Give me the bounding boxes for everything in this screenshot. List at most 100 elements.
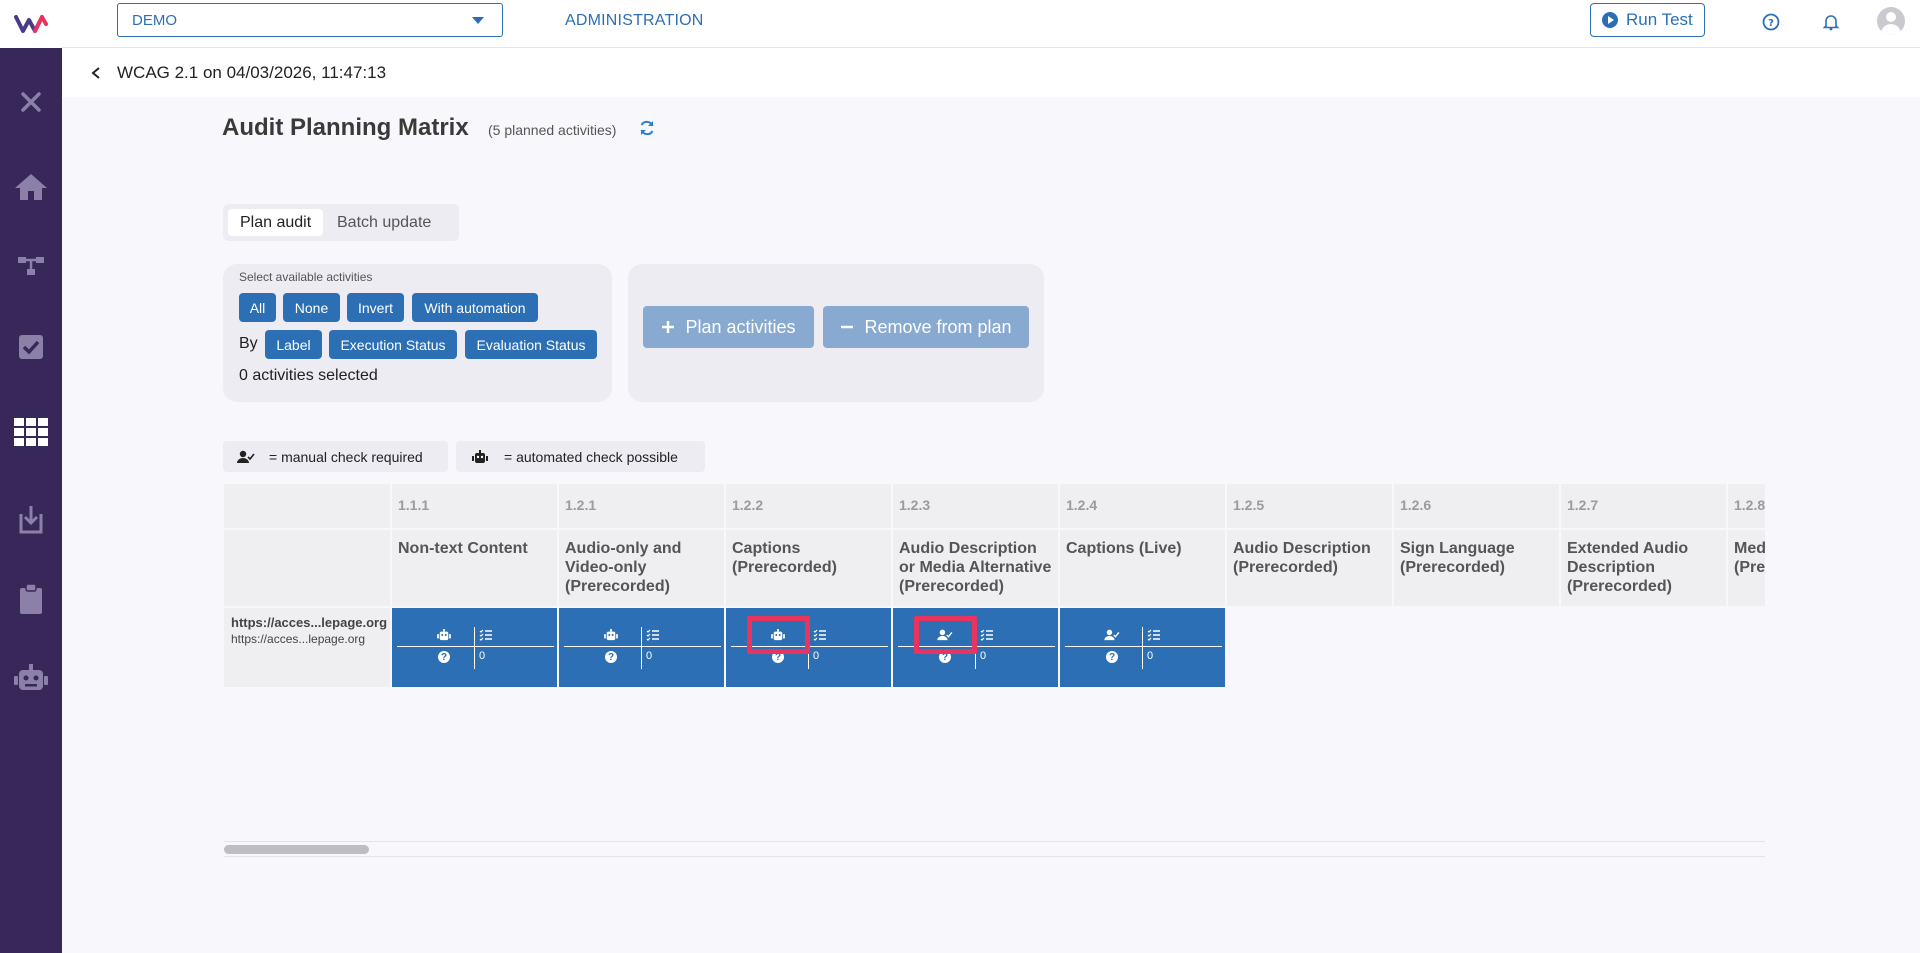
legend-automated: = automated check possible — [456, 441, 705, 472]
logo-icon — [14, 15, 48, 33]
by-evaluation-status-button[interactable]: Evaluation Status — [465, 330, 597, 359]
column-number: 1.2.4 — [1060, 484, 1225, 528]
run-test-button[interactable]: Run Test — [1590, 3, 1705, 37]
column-name[interactable]: Audio-only and Video-only (Prerecorded) — [559, 530, 724, 606]
robot-icon — [603, 628, 619, 642]
tab-batch-update[interactable]: Batch update — [325, 209, 443, 236]
remove-from-plan-button[interactable]: Remove from plan — [823, 306, 1029, 348]
question-icon: ? — [1106, 651, 1118, 663]
select-all-button[interactable]: All — [239, 293, 276, 322]
audit-matrix: 1.1.1 1.2.1 1.2.2 1.2.3 1.2.4 1.2.5 1.2.… — [224, 484, 1765, 687]
svg-text:?: ? — [1768, 18, 1774, 29]
horizontal-scrollbar[interactable] — [224, 841, 1765, 857]
column-name[interactable]: Extended Audio Description (Prerecorded) — [1561, 530, 1726, 606]
sub-header: WCAG 2.1 on 04/03/2026, 11:47:13 — [62, 48, 1920, 97]
plan-activities-label: Plan activities — [685, 316, 796, 337]
legend-manual-text: = manual check required — [269, 448, 423, 465]
checklist-icon — [813, 629, 826, 641]
robot-icon — [472, 449, 488, 463]
column-number: 1.2.3 — [893, 484, 1058, 528]
clipboard-icon[interactable] — [11, 579, 51, 619]
user-check-icon — [237, 450, 255, 463]
legend-manual: = manual check required — [223, 441, 448, 472]
column-number: 1.1.1 — [392, 484, 557, 528]
plus-icon — [662, 321, 675, 333]
matrix-cell[interactable]: ? 0 — [559, 608, 724, 687]
chevron-down-icon — [472, 17, 484, 24]
column-name[interactable]: Audio Description (Prerecorded) — [1227, 530, 1392, 606]
refresh-icon[interactable] — [638, 119, 658, 139]
tab-plan-audit[interactable]: Plan audit — [228, 209, 324, 236]
legend-automated-text: = automated check possible — [504, 448, 678, 465]
column-name[interactable]: Captions (Live) — [1060, 530, 1225, 606]
robot-icon — [436, 628, 452, 642]
minus-icon — [841, 325, 854, 329]
bell-icon[interactable] — [1821, 12, 1841, 32]
close-icon[interactable] — [11, 82, 51, 122]
run-test-label: Run Test — [1626, 10, 1693, 29]
column-name[interactable]: Sign Language (Prerecorded) — [1394, 530, 1559, 606]
column-name[interactable]: Captions (Prerecorded) — [726, 530, 891, 606]
checklist-icon — [1147, 629, 1160, 641]
cell-count: 0 — [813, 650, 820, 662]
column-number: 1.2.2 — [726, 484, 891, 528]
project-select[interactable]: DEMO — [117, 3, 503, 37]
checklist-icon — [479, 629, 492, 641]
home-icon[interactable] — [11, 166, 51, 206]
planned-count: (5 planned activities) — [488, 122, 617, 138]
project-select-value: DEMO — [132, 11, 177, 29]
column-name[interactable]: Audio Description or Media Alternative (… — [893, 530, 1058, 606]
row-label[interactable]: https://acces...lepage.org https://acces… — [224, 608, 390, 687]
column-number: 1.2.1 — [559, 484, 724, 528]
cell-count: 0 — [1147, 650, 1154, 662]
matrix-cell[interactable]: ? 0 — [1060, 608, 1225, 687]
import-icon[interactable] — [11, 499, 51, 539]
page-title: Audit Planning Matrix — [222, 114, 469, 141]
selected-count: 0 activities selected — [239, 367, 378, 384]
avatar[interactable] — [1877, 7, 1905, 35]
cell-count: 0 — [980, 650, 987, 662]
highlight-box — [747, 616, 810, 654]
play-icon — [1602, 12, 1618, 28]
matrix-cell[interactable]: ? 0 — [392, 608, 557, 687]
checkbox-icon[interactable] — [11, 327, 51, 367]
flow-icon[interactable] — [11, 246, 51, 286]
with-automation-button[interactable]: With automation — [412, 293, 538, 322]
help-icon[interactable]: ? — [1761, 12, 1781, 32]
column-name[interactable]: Media Alternative (Prerecorded) — [1728, 530, 1765, 606]
question-icon: ? — [438, 651, 450, 663]
corner-header — [224, 484, 390, 528]
plan-activities-button[interactable]: Plan activities — [643, 306, 814, 348]
corner-header — [224, 530, 390, 606]
user-check-icon — [1104, 628, 1120, 642]
run-title: WCAG 2.1 on 04/03/2026, 11:47:13 — [117, 63, 387, 82]
select-none-button[interactable]: None — [283, 293, 340, 322]
cell-count: 0 — [479, 650, 486, 662]
select-activities-panel: Select available activities All None Inv… — [223, 264, 612, 402]
select-panel-label: Select available activities — [239, 270, 373, 284]
plan-actions-panel: Plan activities Remove from plan — [628, 264, 1044, 402]
remove-from-plan-label: Remove from plan — [864, 316, 1012, 337]
tabs: Plan audit Batch update — [223, 204, 459, 241]
back-arrow-icon[interactable] — [86, 63, 106, 83]
app-logo[interactable] — [0, 0, 62, 48]
robot-icon[interactable] — [11, 657, 51, 697]
question-icon: ? — [605, 651, 617, 663]
top-bar: DEMO ADMINISTRATION Run Test ? — [0, 0, 1920, 48]
column-number: 1.2.7 — [1561, 484, 1726, 528]
checklist-icon — [980, 629, 993, 641]
checklist-icon — [646, 629, 659, 641]
administration-link[interactable]: ADMINISTRATION — [565, 12, 704, 30]
column-number: 1.2.5 — [1227, 484, 1392, 528]
by-execution-status-button[interactable]: Execution Status — [329, 330, 457, 359]
grid-icon[interactable] — [11, 412, 51, 452]
row-label-sub-url: https://acces...lepage.org — [231, 632, 366, 646]
by-label: By — [239, 335, 258, 352]
by-label-button[interactable]: Label — [265, 330, 322, 359]
sidebar — [0, 48, 62, 953]
invert-selection-button[interactable]: Invert — [347, 293, 404, 322]
cell-count: 0 — [646, 650, 653, 662]
scrollbar-thumb[interactable] — [224, 845, 369, 854]
column-name[interactable]: Non-text Content — [392, 530, 557, 606]
highlight-box — [914, 616, 977, 654]
